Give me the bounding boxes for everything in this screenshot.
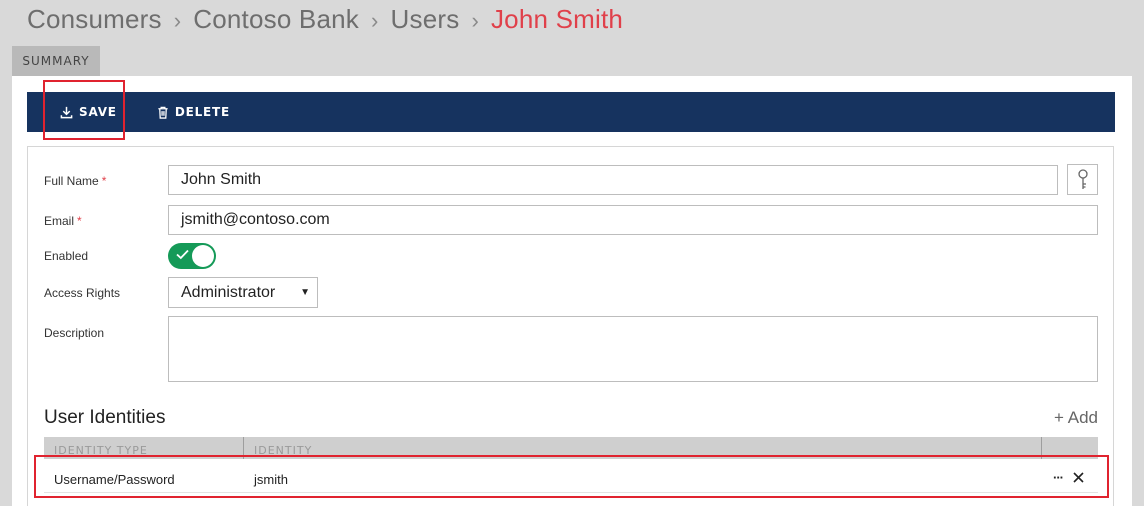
toggle-knob [192,245,214,267]
column-divider[interactable] [243,437,244,459]
breadcrumb-separator: › [173,8,182,33]
tab-summary[interactable]: SUMMARY [12,46,100,76]
toolbar: SAVE DELETE [27,92,1115,132]
breadcrumb-item-contoso-bank[interactable]: Contoso Bank [193,4,359,34]
column-header-identity-type[interactable]: IDENTITY TYPE [54,444,148,457]
save-label: SAVE [79,105,117,119]
breadcrumb-current: John Smith [490,4,624,34]
access-rights-label: Access Rights [44,286,121,300]
download-icon [60,106,73,118]
identity-type-cell: Username/Password [54,472,175,487]
column-divider[interactable] [1041,437,1042,459]
breadcrumb-item-consumers[interactable]: Consumers [27,4,162,34]
delete-button[interactable]: DELETE [157,92,230,132]
close-icon[interactable] [1073,472,1084,483]
breadcrumb-item-users[interactable]: Users [391,4,460,34]
ellipsis-icon[interactable]: ··· [1053,470,1064,485]
required-mark: * [77,214,82,228]
description-textarea[interactable] [168,316,1098,382]
access-rights-select[interactable]: Administrator ▼ [168,277,318,308]
description-label: Description [44,326,105,340]
table-row[interactable]: Username/Password jsmith ··· [44,465,1098,493]
add-identity-button[interactable]: + Add [1054,408,1098,428]
user-identities-title: User Identities [44,407,166,428]
column-header-identity[interactable]: IDENTITY [254,444,312,457]
identity-cell: jsmith [254,472,288,487]
breadcrumb-separator: › [371,8,379,33]
row-actions: ··· [1053,470,1084,485]
breadcrumb: Consumers › Contoso Bank › Users › John Smith [27,4,623,35]
caret-down-icon: ▼ [300,287,310,298]
trash-icon [158,106,168,119]
access-rights-value: Administrator [181,284,276,301]
enabled-label: Enabled [44,249,89,263]
breadcrumb-separator: › [471,8,479,33]
delete-label: DELETE [174,105,230,119]
check-icon [176,249,189,260]
enabled-toggle[interactable] [168,243,216,269]
key-icon [1077,168,1088,189]
identities-table-header: IDENTITY TYPE IDENTITY [44,437,1098,459]
required-mark: * [101,174,107,188]
full-name-input[interactable]: John Smith [168,165,1058,195]
email-label: Email * [44,214,82,228]
save-button[interactable]: SAVE [60,92,117,132]
full-name-label: Full Name * [44,174,107,188]
email-field[interactable]: jsmith@contoso.com [168,205,1098,235]
key-button[interactable] [1067,164,1098,195]
